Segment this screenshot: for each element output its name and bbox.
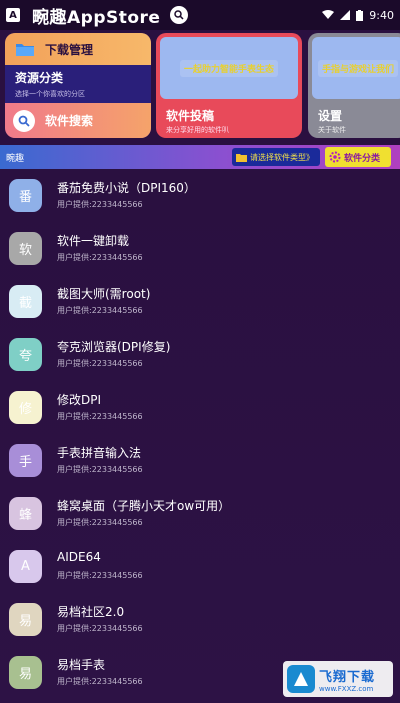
submit-software-subtitle: 来分享好用的软件叭 — [166, 126, 229, 134]
list-item[interactable]: 软 软件一键卸载 用户提供:2233445566 — [0, 222, 400, 275]
list-item[interactable]: 手 手表拼音输入法 用户提供:2233445566 — [0, 434, 400, 487]
signal-icon — [340, 10, 351, 20]
list-item[interactable]: A AIDE64 用户提供:2233445566 — [0, 540, 400, 593]
download-manager-button[interactable]: 下载管理 — [5, 33, 151, 65]
app-icon: 修 — [9, 391, 42, 424]
search-icon[interactable] — [170, 6, 189, 24]
app-name: 蜂窝桌面（子腾小天才ow可用） — [57, 499, 231, 513]
app-list: 番 番茄免费小说（DPI160） 用户提供:2233445566 软 软件一键卸… — [0, 169, 400, 703]
settings-banner: 手指与游戏让我们 — [312, 37, 400, 99]
folder-icon — [236, 153, 247, 162]
app-provider: 用户提供:2233445566 — [57, 359, 143, 368]
resource-category-label: 资源分类 — [15, 71, 64, 85]
settings-label: 设置 — [318, 109, 343, 123]
app-icon: 夸 — [9, 338, 42, 371]
status-bar: A 畹趣AppStore 9:40 — [0, 0, 400, 30]
submit-banner: 一起助力智能手表生态 — [160, 37, 298, 99]
list-item[interactable]: 蜂 蜂窝桌面（子腾小天才ow可用） 用户提供:2233445566 — [0, 487, 400, 540]
list-item[interactable]: 易 易档社区2.0 用户提供:2233445566 — [0, 593, 400, 646]
software-type-selector[interactable]: 请选择软件类型》 — [232, 148, 320, 166]
status-icons: 9:40 — [322, 9, 394, 22]
resource-category-button[interactable]: 资源分类 选择一个你喜欢的分区 — [5, 65, 151, 103]
section-bar: 畹趣 请选择软件类型》 软件分类 — [0, 145, 400, 169]
app-provider: 用户提供:2233445566 — [57, 253, 143, 262]
app-name: 软件一键卸载 — [57, 234, 130, 248]
watermark-title: 飞翔下载 — [319, 669, 376, 685]
app-icon: 番 — [9, 179, 42, 212]
notification-icon: A — [6, 8, 20, 22]
app-provider: 用户提供:2233445566 — [57, 306, 143, 315]
app-name: 修改DPI — [57, 393, 102, 407]
watermark-url: www.FXXZ.com — [319, 684, 374, 693]
menu-tile-left: 下载管理 资源分类 选择一个你喜欢的分区 软件搜索 — [5, 33, 151, 138]
app-icon: 截 — [9, 285, 42, 318]
app-provider: 用户提供:2233445566 — [57, 571, 143, 580]
submit-banner-text: 一起助力智能手表生态 — [179, 59, 278, 77]
app-name: 易档社区2.0 — [57, 605, 125, 619]
app-icon: 软 — [9, 232, 42, 265]
software-type-label: 请选择软件类型》 — [250, 152, 314, 162]
app-provider: 用户提供:2233445566 — [57, 412, 143, 421]
wifi-icon — [322, 10, 335, 19]
software-category-button[interactable]: 软件分类 — [325, 147, 391, 167]
submit-software-label: 软件投稿 — [166, 109, 215, 123]
submit-software-tile[interactable]: 一起助力智能手表生态 软件投稿 来分享好用的软件叭 — [156, 33, 302, 138]
app-icon: 蜂 — [9, 497, 42, 530]
app-name: 夸克浏览器(DPI修复) — [57, 340, 171, 354]
app-provider: 用户提供:2233445566 — [57, 200, 143, 209]
clock: 9:40 — [369, 8, 394, 22]
search-icon — [13, 109, 35, 132]
app-name: 手表拼音输入法 — [57, 446, 142, 460]
resource-category-subtitle: 选择一个你喜欢的分区 — [15, 90, 85, 98]
list-item[interactable]: 夸 夸克浏览器(DPI修复) 用户提供:2233445566 — [0, 328, 400, 381]
download-manager-label: 下载管理 — [45, 42, 94, 57]
app-name: 易档手表 — [57, 658, 106, 672]
app-icon: A — [9, 550, 42, 583]
watermark-logo-icon — [287, 665, 315, 693]
settings-banner-text: 手指与游戏让我们 — [317, 59, 398, 77]
gear-icon — [329, 151, 341, 163]
app-title: 畹趣AppStore — [32, 7, 161, 28]
app-icon: 易 — [9, 656, 42, 689]
list-item[interactable]: 截 截图大师(需root) 用户提供:2233445566 — [0, 275, 400, 328]
battery-icon — [356, 9, 364, 21]
app-icon: 易 — [9, 603, 42, 636]
app-name: 截图大师(需root) — [57, 287, 151, 301]
watermark: 飞翔下载 www.FXXZ.com — [283, 661, 393, 697]
app-provider: 用户提供:2233445566 — [57, 518, 143, 527]
settings-tile[interactable]: 手指与游戏让我们 设置 关于软件 — [308, 33, 400, 138]
section-title: 畹趣 — [6, 153, 25, 164]
software-category-label: 软件分类 — [344, 153, 381, 164]
folder-icon — [16, 44, 34, 56]
list-item[interactable]: 修 修改DPI 用户提供:2233445566 — [0, 381, 400, 434]
app-provider: 用户提供:2233445566 — [57, 465, 143, 474]
software-search-label: 软件搜索 — [45, 114, 94, 128]
app-name: 番茄免费小说（DPI160） — [57, 181, 196, 195]
software-search-button[interactable]: 软件搜索 — [5, 103, 151, 138]
app-icon: 手 — [9, 444, 42, 477]
app-provider: 用户提供:2233445566 — [57, 677, 143, 686]
app-provider: 用户提供:2233445566 — [57, 624, 143, 633]
app-name: AIDE64 — [57, 550, 101, 564]
list-item[interactable]: 番 番茄免费小说（DPI160） 用户提供:2233445566 — [0, 169, 400, 222]
settings-subtitle: 关于软件 — [318, 126, 346, 134]
